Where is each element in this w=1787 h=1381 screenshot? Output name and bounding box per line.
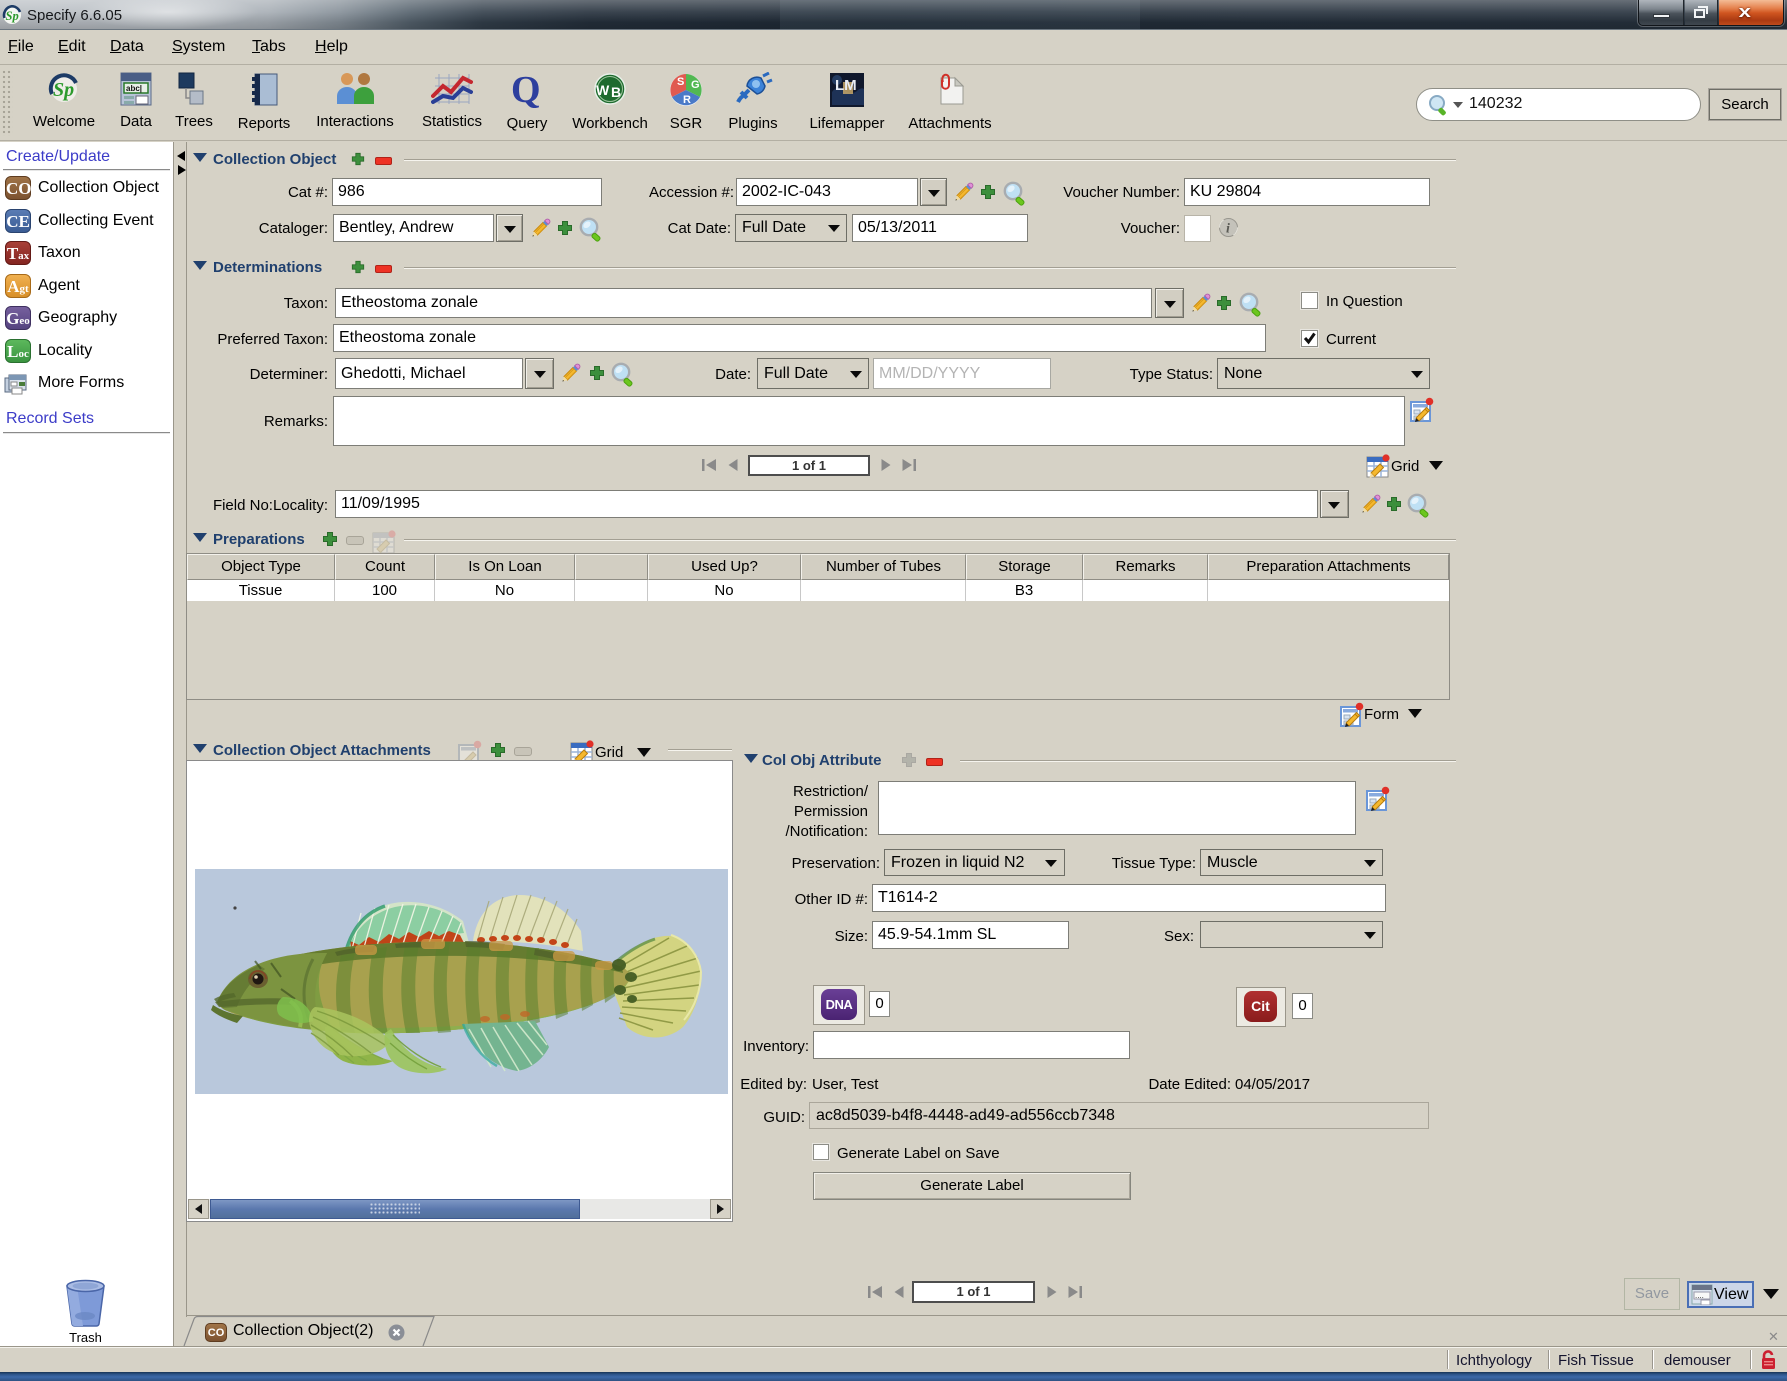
svg-text:i: i (1226, 222, 1230, 237)
svg-text:....: .... (1695, 1291, 1704, 1300)
